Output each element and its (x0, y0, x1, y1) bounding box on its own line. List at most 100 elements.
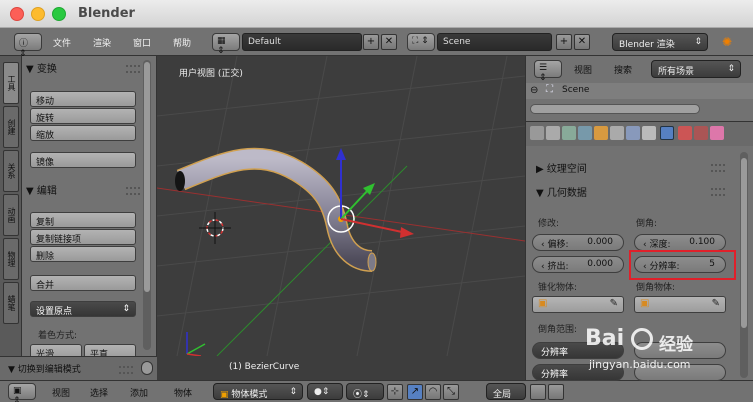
axis-widget-icon (186, 332, 206, 356)
world-tab-icon[interactable] (578, 126, 592, 140)
x-arrow-icon[interactable] (400, 227, 414, 238)
material-tab-icon[interactable] (678, 126, 692, 140)
taper-object-field[interactable]: ▣ ✎ (532, 296, 624, 313)
menu-view[interactable]: 视图 (52, 386, 70, 399)
properties-scrollbar[interactable] (740, 152, 748, 378)
tab-grease-pencil[interactable]: 蜡笔 (3, 282, 19, 324)
panel-grip-icon[interactable] (711, 164, 725, 172)
menu-window[interactable]: 窗口 (133, 36, 151, 49)
3d-viewport[interactable]: 用户视图 (正交) (157, 56, 525, 356)
constraints-tab-icon[interactable] (610, 126, 624, 140)
layer-icon[interactable] (548, 384, 564, 400)
tab-animation[interactable]: 动画 (3, 194, 19, 236)
properties-tabs (526, 122, 753, 146)
eyedropper-icon[interactable]: ✎ (712, 298, 720, 309)
add-scene-icon[interactable]: + (556, 34, 572, 50)
scene-tab-icon[interactable] (562, 126, 576, 140)
remove-scene-icon[interactable]: ✕ (574, 34, 590, 50)
curve-data-tab-icon[interactable] (660, 126, 674, 140)
tube-opening (175, 171, 185, 191)
tab-create[interactable]: 创建 (3, 106, 19, 148)
scene-icon[interactable]: ⛶ ⇕ (407, 33, 435, 51)
eyedropper-icon[interactable]: ✎ (610, 298, 618, 309)
panel-grip-icon[interactable] (126, 187, 140, 195)
panel-grip-icon[interactable] (711, 188, 725, 196)
panel-toggle-icon[interactable] (141, 361, 153, 375)
data-tab-icon[interactable] (642, 126, 656, 140)
menu-object[interactable]: 物体 (174, 386, 192, 399)
menu-add[interactable]: 添加 (130, 386, 148, 399)
y-manipulator[interactable] (340, 188, 370, 220)
shelf-scrollbar[interactable] (143, 60, 151, 350)
add-layout-icon[interactable]: + (363, 34, 379, 50)
close-window-button[interactable] (10, 7, 24, 21)
tab-physics[interactable]: 物理 (3, 238, 19, 280)
object-tab-icon[interactable] (594, 126, 608, 140)
offset-field[interactable]: ‹ 偏移: 0.000 (532, 234, 624, 251)
viewport-shading-dropdown[interactable]: ●⇕ (307, 383, 343, 400)
menu-render[interactable]: 渲染 (93, 36, 111, 49)
render-engine-dropdown[interactable]: Blender 渲染 ⇕ (612, 33, 708, 51)
z-arrow-icon[interactable] (336, 148, 346, 160)
minimize-window-button[interactable] (31, 7, 45, 21)
scene-field[interactable]: Scene (437, 33, 552, 51)
watermark-brand-2: 经验 (659, 335, 693, 355)
layer-icon[interactable] (530, 384, 546, 400)
scale-manipulator-icon[interactable]: ⤡ (443, 384, 459, 400)
set-origin-dropdown[interactable]: 设置原点 ⇕ (30, 301, 136, 317)
particles-tab-icon[interactable] (710, 126, 724, 140)
menu-file[interactable]: 文件 (53, 36, 71, 49)
tool-shelf-tabs: 工具 创建 关系 动画 物理 蜡笔 (0, 56, 22, 356)
mode-dropdown[interactable]: ▣ 物体模式 ⇕ (213, 383, 303, 400)
delete-button[interactable]: 删除 (30, 246, 136, 262)
shelf-scrollbar-thumb[interactable] (144, 62, 150, 292)
expand-icon[interactable]: ⊖ (530, 85, 538, 96)
translate-manipulator-icon[interactable]: ↗ (407, 384, 423, 400)
pivot-dropdown[interactable]: ⦿⇕ (346, 383, 384, 400)
duplicate-button[interactable]: 复制 (30, 212, 136, 228)
texture-space-header[interactable]: ▶ 纹理空间 (536, 160, 587, 175)
cube-icon: ▣ (640, 298, 650, 309)
editor-type-button[interactable]: ⓘ ⇕ (14, 33, 42, 59)
screen-layout-field[interactable]: Default (242, 33, 362, 51)
x-manipulator[interactable] (340, 218, 403, 233)
manipulator-toggle-icon[interactable]: ⊹ (387, 384, 403, 400)
screen-layout-icon[interactable]: ▦ ⇕ (212, 33, 240, 56)
extrude-field[interactable]: ‹ 挤出: 0.000 (532, 256, 624, 273)
operator-panel-bar[interactable]: ▼ 切换到编辑模式 (0, 356, 157, 380)
geometry-header[interactable]: ▼ 几何数据 (536, 184, 587, 199)
editor-type-button[interactable]: ☰ ⇕ (534, 60, 562, 83)
layers-tab-icon[interactable] (546, 126, 560, 140)
menu-help[interactable]: 帮助 (173, 36, 191, 49)
move-button[interactable]: 移动 (30, 91, 136, 107)
outliner-menu-view[interactable]: 视图 (574, 63, 592, 76)
outliner-menu-search[interactable]: 搜索 (614, 63, 632, 76)
rotate-button[interactable]: 旋转 (30, 108, 136, 124)
toggle-edit-mode-header[interactable]: ▼ 切换到编辑模式 (8, 362, 81, 375)
bevel-object-field[interactable]: ▣ ✎ (634, 296, 726, 313)
duplicate-linked-button[interactable]: 复制链接项 (30, 229, 136, 245)
3d-cursor-icon[interactable] (199, 212, 231, 244)
rotate-manipulator-icon[interactable]: ◠ (425, 384, 441, 400)
tab-tools[interactable]: 工具 (3, 62, 19, 104)
transform-orientation-dropdown[interactable]: 全局 (486, 383, 526, 400)
mirror-button[interactable]: 镜像 (30, 152, 136, 168)
panel-grip-icon[interactable] (126, 65, 140, 73)
panel-grip-icon[interactable] (119, 366, 133, 374)
scale-button[interactable]: 缩放 (30, 125, 136, 141)
outliner-scrollbar[interactable] (530, 104, 700, 114)
viewport-canvas[interactable] (157, 56, 525, 356)
tab-relations[interactable]: 关系 (3, 150, 19, 192)
menu-select[interactable]: 选择 (90, 386, 108, 399)
remove-layout-icon[interactable]: ✕ (381, 34, 397, 50)
join-button[interactable]: 合并 (30, 275, 136, 291)
depth-field[interactable]: ‹ 深度: 0.100 (634, 234, 726, 251)
modifiers-tab-icon[interactable] (626, 126, 640, 140)
editor-type-button[interactable]: ▣ ⇕ (8, 383, 36, 402)
properties-scrollbar-thumb[interactable] (741, 158, 747, 328)
outliner-filter-dropdown[interactable]: 所有场景 ⇕ (651, 60, 741, 78)
maximize-window-button[interactable] (52, 7, 66, 21)
render-tab-icon[interactable] (530, 126, 544, 140)
outliner-row-scene[interactable]: ⊖ ⛶ Scene (526, 83, 753, 99)
texture-tab-icon[interactable] (694, 126, 708, 140)
